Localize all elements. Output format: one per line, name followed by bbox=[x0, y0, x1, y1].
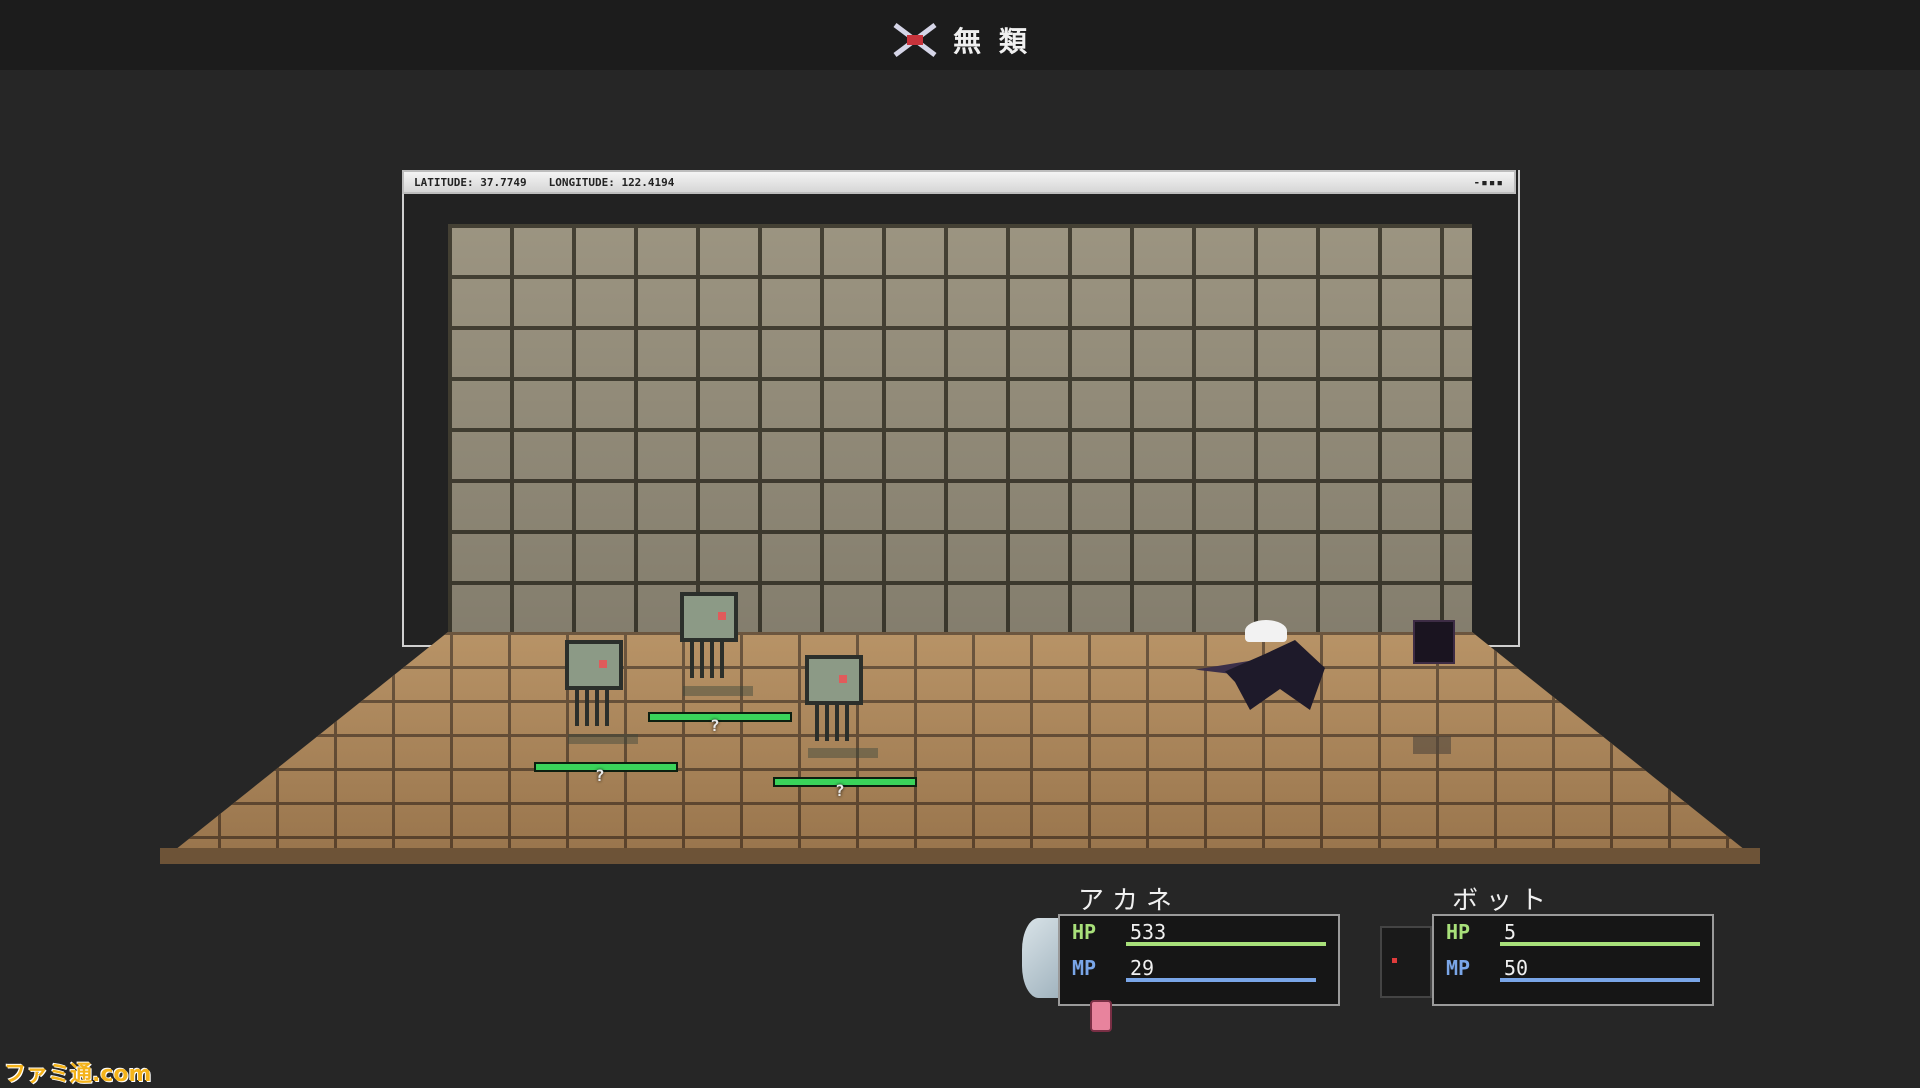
enemy-head bbox=[680, 592, 738, 642]
enemy-head bbox=[805, 655, 863, 705]
enemy-hp-fill bbox=[775, 779, 915, 785]
mp-label: MP bbox=[1072, 956, 1097, 980]
enemy-legs bbox=[815, 705, 853, 741]
party-member-name: アカネ bbox=[1078, 886, 1181, 916]
longitude-readout: LONGITUDE: 122.4194 bbox=[548, 175, 675, 189]
item-icon[interactable] bbox=[1090, 1000, 1112, 1032]
bot-portrait bbox=[1380, 926, 1432, 998]
mp-value: 50 bbox=[1504, 956, 1529, 980]
bot-sprite bbox=[1413, 620, 1455, 664]
bot-shadow bbox=[1413, 736, 1451, 754]
hp-value: 5 bbox=[1504, 920, 1517, 944]
bot-indicator-dot bbox=[1392, 958, 1397, 963]
enemy-left-hp-bar bbox=[534, 762, 678, 772]
player-body bbox=[1225, 640, 1325, 710]
player-sprite bbox=[1195, 612, 1355, 724]
enemy-right-label: ? bbox=[835, 781, 845, 800]
tiled-floor bbox=[160, 632, 1760, 862]
hp-label: HP bbox=[1072, 920, 1097, 944]
mp-label: MP bbox=[1446, 956, 1471, 980]
enemy-eye bbox=[718, 612, 726, 620]
mp-bar bbox=[1500, 978, 1700, 982]
enemy-right[interactable] bbox=[805, 655, 863, 741]
enemy-legs bbox=[575, 690, 613, 726]
enemy-left[interactable] bbox=[565, 640, 623, 726]
crossed-swords-icon bbox=[893, 23, 937, 57]
enemy-left-label: ? bbox=[595, 766, 605, 785]
enemy-hp-fill bbox=[536, 764, 676, 770]
hp-bar bbox=[1126, 942, 1326, 946]
enemy-right-hp-bar bbox=[773, 777, 917, 787]
hp-bar bbox=[1500, 942, 1700, 946]
enemy-head bbox=[565, 640, 623, 690]
mp-value: 29 bbox=[1130, 956, 1155, 980]
encounter-title: 無 類 bbox=[0, 18, 1920, 62]
enemy-shadow bbox=[808, 748, 878, 758]
latitude-readout: LATITUDE: 37.7749 bbox=[414, 175, 527, 189]
floor-edge bbox=[160, 848, 1760, 864]
player-hat bbox=[1245, 620, 1287, 642]
enemy-middle-label: ? bbox=[710, 716, 720, 735]
encounter-title-text: 無 類 bbox=[953, 25, 1031, 58]
enemy-eye bbox=[599, 660, 607, 668]
akane-status-panel[interactable]: HP 533 MP 29 bbox=[1058, 914, 1340, 1006]
enemy-legs bbox=[690, 642, 728, 678]
enemy-shadow bbox=[683, 686, 753, 696]
enemy-middle-hp-bar bbox=[648, 712, 792, 722]
hp-value: 533 bbox=[1130, 920, 1167, 944]
enemy-eye bbox=[839, 675, 847, 683]
window-controls[interactable]: -▪▪▪ bbox=[1474, 176, 1505, 189]
bot-status-panel[interactable]: HP 5 MP 50 bbox=[1432, 914, 1714, 1006]
party-member-name: ボット bbox=[1452, 886, 1555, 916]
stage-titlebar: LATITUDE: 37.7749 LONGITUDE: 122.4194 -▪… bbox=[402, 170, 1516, 194]
enemy-hp-fill bbox=[650, 714, 790, 720]
mp-bar bbox=[1126, 978, 1316, 982]
enemy-middle[interactable] bbox=[680, 592, 738, 678]
brick-wall bbox=[448, 224, 1472, 632]
watermark-logo: ファミ通.com bbox=[4, 1062, 152, 1087]
enemy-shadow bbox=[568, 734, 638, 744]
hp-label: HP bbox=[1446, 920, 1471, 944]
